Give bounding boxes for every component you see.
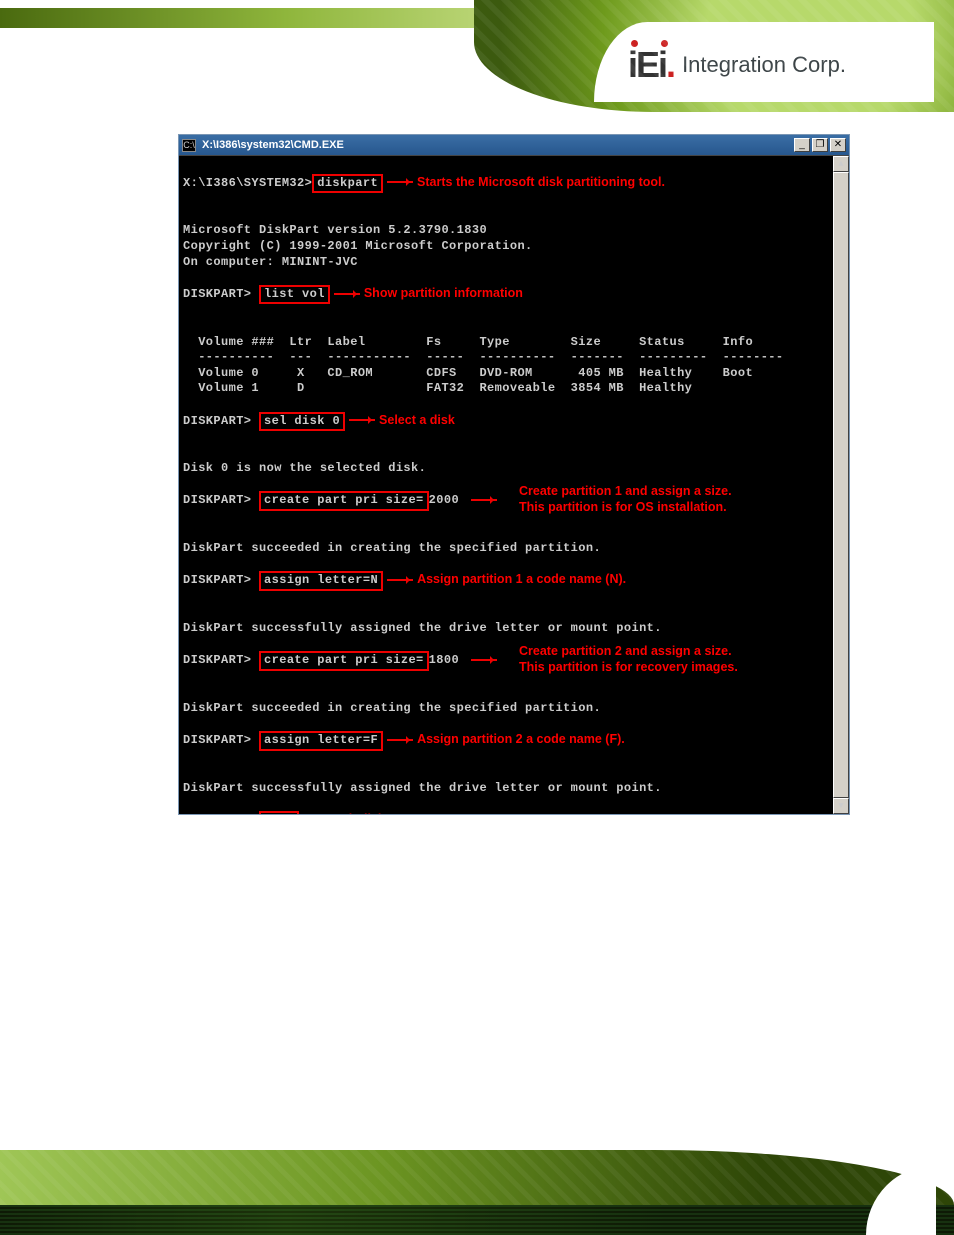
cmd-assign-n: assign letter=N [259, 571, 383, 591]
cmd-create-part-2: create part pri size= [259, 651, 429, 671]
scroll-track[interactable] [833, 172, 849, 798]
line-exit1: DISKPART> exitExit diskpart [183, 812, 829, 814]
line-create2: DISKPART> create part pri size=1800 Crea… [183, 652, 829, 670]
maximize-icon: ❐ [816, 140, 825, 150]
chevron-down-icon: ▼ [838, 801, 843, 811]
line-listvol: DISKPART> list volShow partition informa… [183, 286, 829, 304]
close-button[interactable]: ✕ [830, 138, 846, 152]
line-assignN: DISKPART> assign letter=NAssign partitio… [183, 572, 829, 590]
arrow-icon [349, 419, 375, 421]
arrow-icon [471, 499, 497, 501]
console-text: Disk 0 is now the selected disk. [183, 446, 829, 477]
doc-header: iEi. Integration Corp. [0, 0, 954, 112]
close-icon: ✕ [834, 140, 842, 150]
console-text: Microsoft DiskPart version 5.2.3790.1830… [183, 208, 829, 270]
console-text: DiskPart succeeded in creating the speci… [183, 686, 829, 717]
arrow-icon [471, 659, 497, 661]
ann-assignF: Assign partition 2 a code name (F). [417, 732, 625, 746]
arrow-icon [387, 739, 413, 741]
cmd-icon: C:\ [182, 139, 196, 152]
titlebar[interactable]: C:\ X:\I386\system32\CMD.EXE _ ❐ ✕ [179, 135, 849, 155]
header-brand-panel: iEi. Integration Corp. [474, 0, 954, 112]
ann-create2: Create partition 2 and assign a size.Thi… [519, 644, 738, 675]
table: Volume ### Ltr Label Fs Type Size Status… [183, 319, 829, 397]
scroll-up-button[interactable]: ▲ [833, 156, 849, 172]
scroll-down-button[interactable]: ▼ [833, 798, 849, 814]
cmd-create-part-1: create part pri size= [259, 491, 429, 511]
cmd-diskpart: diskpart [312, 174, 383, 194]
footer-swoosh [0, 1150, 954, 1205]
ann-assignN: Assign partition 1 a code name (N). [417, 572, 626, 586]
line-diskpart: X:\I386\SYSTEM32>diskpartStarts the Micr… [183, 175, 829, 193]
arrow-icon [387, 181, 413, 183]
iei-logo: iEi. [628, 44, 674, 86]
cmd-window: C:\ X:\I386\system32\CMD.EXE _ ❐ ✕ ▲ ▼ X… [178, 134, 850, 815]
cmd-exit-diskpart: exit [259, 811, 299, 814]
cmd-list-vol: list vol [259, 285, 330, 305]
line-create1: DISKPART> create part pri size=2000 Crea… [183, 492, 829, 510]
window-title: X:\I386\system32\CMD.EXE [200, 139, 790, 151]
ann-diskpart: Starts the Microsoft disk partitioning t… [417, 175, 665, 189]
ann-listvol: Show partition information [364, 286, 523, 300]
chevron-up-icon: ▲ [838, 159, 843, 169]
cmd-sel-disk: sel disk 0 [259, 412, 345, 432]
console-text: DiskPart successfully assigned the drive… [183, 766, 829, 797]
maximize-button[interactable]: ❐ [812, 138, 828, 152]
ann-seldisk: Select a disk [379, 413, 455, 427]
ann-create1: Create partition 1 and assign a size.Thi… [519, 484, 732, 515]
minimize-icon: _ [799, 140, 805, 150]
footer-bar [0, 1205, 954, 1235]
cmd-assign-f: assign letter=F [259, 731, 383, 751]
console-text: DiskPart succeeded in creating the speci… [183, 526, 829, 557]
arrow-icon [334, 293, 360, 295]
ann-exit1: Exit diskpart [333, 812, 408, 814]
scrollbar[interactable]: ▲ ▼ [833, 156, 849, 814]
brand-overlay: iEi. Integration Corp. [594, 22, 934, 102]
brand-text: Integration Corp. [682, 52, 846, 78]
console-text: DiskPart successfully assigned the drive… [183, 606, 829, 637]
arrow-icon [387, 579, 413, 581]
line-seldisk: DISKPART> sel disk 0Select a disk [183, 413, 829, 431]
minimize-button[interactable]: _ [794, 138, 810, 152]
window-buttons: _ ❐ ✕ [794, 138, 846, 152]
cmd-body: ▲ ▼ X:\I386\SYSTEM32>diskpartStarts the … [179, 155, 849, 814]
scroll-thumb[interactable] [833, 172, 849, 798]
console-content[interactable]: X:\I386\SYSTEM32>diskpartStarts the Micr… [179, 156, 833, 814]
line-assignF: DISKPART> assign letter=FAssign partitio… [183, 732, 829, 750]
doc-footer [0, 1130, 954, 1235]
